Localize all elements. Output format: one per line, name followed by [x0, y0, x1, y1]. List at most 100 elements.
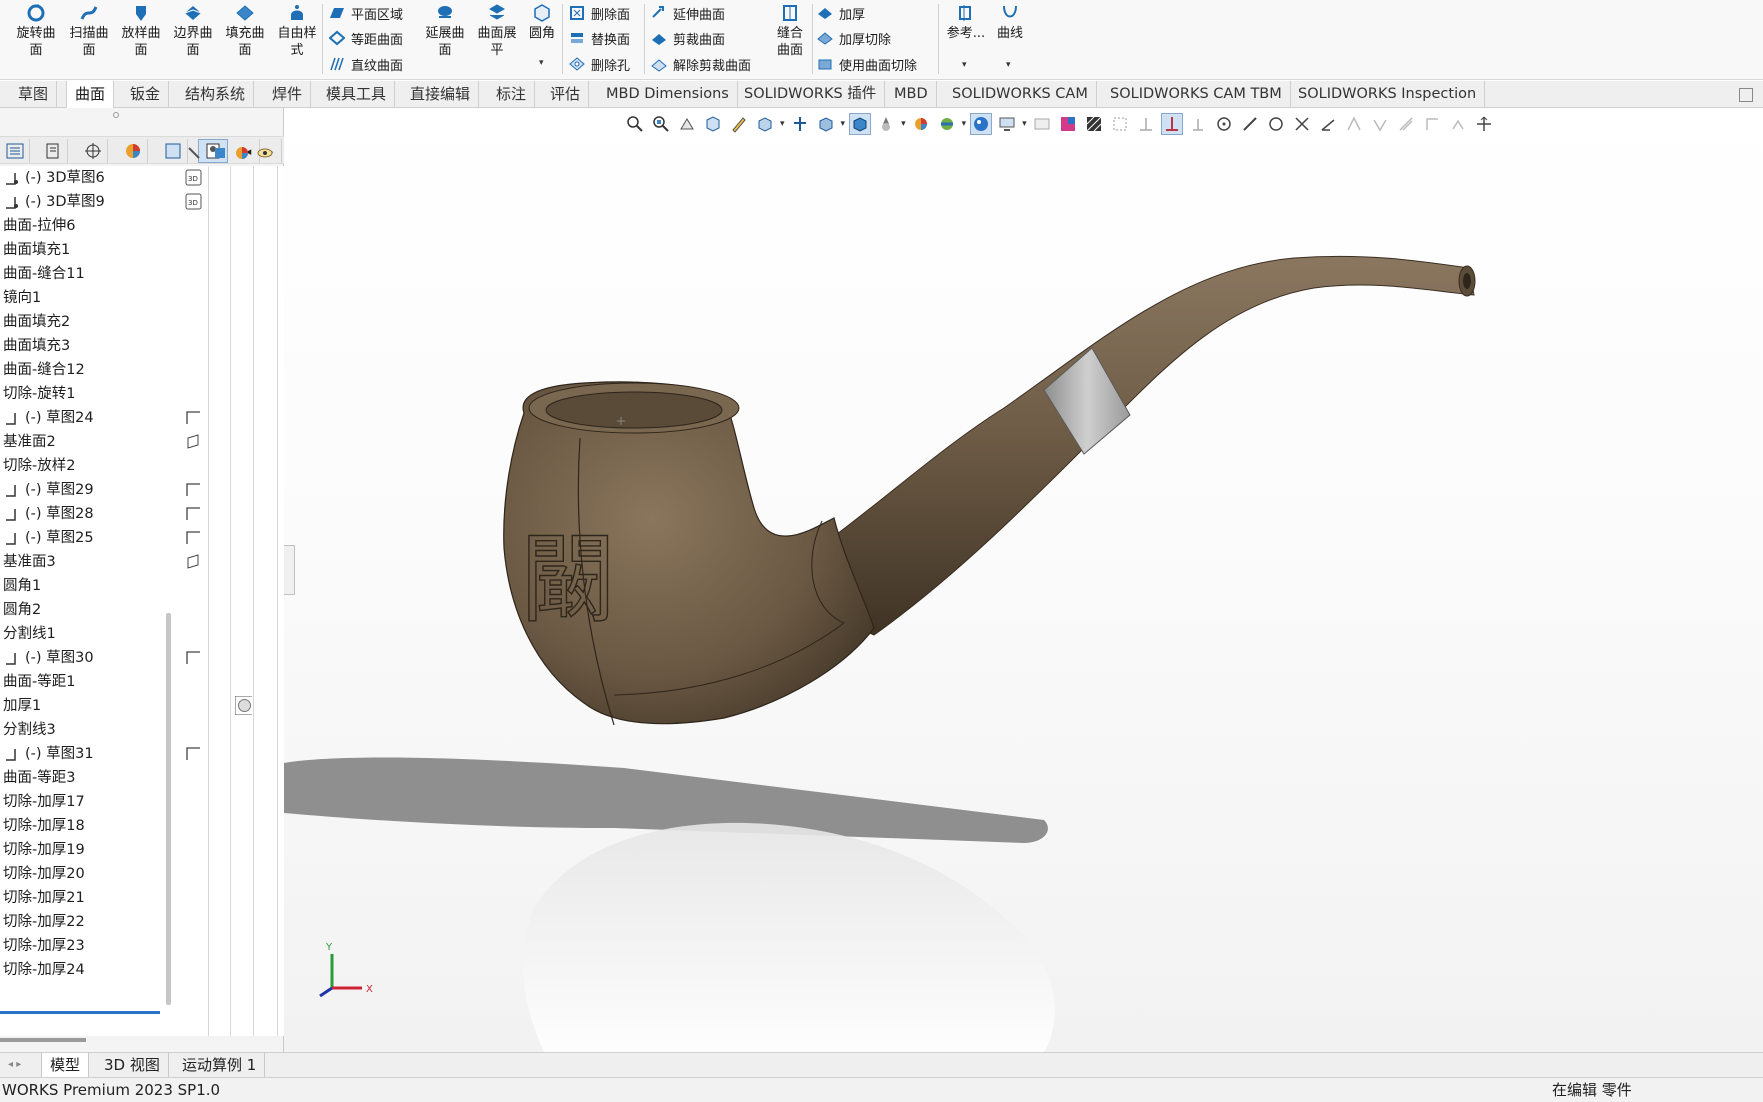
- tree-vertical-scrollbar[interactable]: [166, 613, 171, 1005]
- planar-surface-button[interactable]: 平面区域: [328, 3, 403, 23]
- cam-tab-icon[interactable]: [158, 139, 188, 163]
- delete-face-button[interactable]: 删除面: [568, 3, 630, 23]
- feature-tree-item[interactable]: 切除-放样2: [3, 454, 75, 478]
- extend-surface-button[interactable]: 延伸曲面: [650, 3, 725, 23]
- column-visibility-icon[interactable]: [256, 144, 273, 161]
- feature-tree-item[interactable]: (-) 草图30: [3, 646, 94, 670]
- feature-tree-item[interactable]: 基准面2: [3, 430, 56, 454]
- sketch-column-icon: [185, 745, 202, 762]
- tab-solidworks-cam[interactable]: SOLIDWORKS CAM: [944, 81, 1097, 108]
- tab-scroll-arrows[interactable]: ◂ ▸ ◂▸: [0, 1053, 42, 1094]
- panel-split-handle[interactable]: [113, 112, 119, 118]
- tab-structure-system[interactable]: 结构系统: [177, 81, 255, 108]
- feature-tree-item[interactable]: (-) 3D草图6: [3, 166, 105, 190]
- feature-tree-label: (-) 草图24: [25, 410, 94, 426]
- feature-tree-item[interactable]: 曲面填充3: [3, 334, 70, 358]
- flatten-surface-button[interactable]: 曲面展 平: [472, 2, 522, 59]
- trim-surface-button[interactable]: 剪裁曲面: [650, 28, 725, 48]
- tab-weldments[interactable]: 焊件: [264, 81, 312, 108]
- tree-horizontal-scrollbar[interactable]: [0, 1038, 86, 1042]
- thicken-button[interactable]: 加厚: [816, 3, 865, 23]
- feature-tree-item[interactable]: 切除-加厚21: [3, 886, 85, 910]
- tab-solidworks-inspection[interactable]: SOLIDWORKS Inspection: [1290, 81, 1486, 108]
- feature-tree-item[interactable]: 切除-加厚20: [3, 862, 85, 886]
- curves-button[interactable]: 曲线: [990, 2, 1030, 42]
- tab-mbd-dimensions[interactable]: MBD Dimensions: [598, 81, 738, 108]
- feature-tree-item[interactable]: 分割线3: [3, 718, 56, 742]
- knit-surface-button[interactable]: 缝合 曲面: [766, 2, 814, 59]
- delete-hole-button[interactable]: 删除孔: [568, 54, 630, 74]
- tab-sketch[interactable]: 草图: [10, 81, 58, 108]
- untrim-surface-button[interactable]: 解除剪裁曲面: [650, 54, 751, 74]
- column-hide-icon[interactable]: [185, 144, 202, 161]
- fillet-button[interactable]: 圆角: [524, 2, 560, 42]
- feature-tree-item[interactable]: 切除-加厚22: [3, 910, 85, 934]
- feature-tree-item[interactable]: (-) 草图24: [3, 406, 94, 430]
- feature-tree-label: 曲面填充2: [3, 314, 71, 330]
- collapse-task-pane-icon[interactable]: [1739, 88, 1753, 102]
- reference-dropdown-arrow[interactable]: ▾: [962, 60, 967, 70]
- tab-surfaces[interactable]: 曲面: [66, 81, 115, 108]
- replace-face-button[interactable]: 替换面: [568, 28, 630, 48]
- feature-tree-item[interactable]: (-) 草图28: [3, 502, 94, 526]
- tab-markup[interactable]: 标注: [488, 81, 536, 108]
- flatten-surface-icon: [486, 2, 508, 24]
- feature-tree-item[interactable]: 曲面填充2: [3, 310, 70, 334]
- feature-tree-item[interactable]: 曲面-缝合12: [3, 358, 85, 382]
- feature-tree-item[interactable]: 切除-旋转1: [3, 382, 75, 406]
- extend-surface-flat-button[interactable]: 延展曲 面: [420, 2, 470, 59]
- offset-surface-button[interactable]: 等距曲面: [328, 28, 403, 48]
- feature-tree-item[interactable]: 切除-加厚19: [3, 838, 85, 862]
- command-manager-tabs: 草图 曲面 钣金 结构系统 焊件 模具工具 直接编辑 标注 评估 MBD Dim…: [0, 81, 1763, 108]
- feature-tree-item[interactable]: 圆角1: [3, 574, 41, 598]
- tab-solidworks-addins[interactable]: SOLIDWORKS 插件: [736, 81, 886, 108]
- reference-geometry-button[interactable]: 参考...: [944, 2, 988, 42]
- column-body-icon[interactable]: [211, 144, 228, 161]
- revolve-surface-button[interactable]: 旋转曲 面: [10, 2, 62, 59]
- fillet-dropdown-arrow[interactable]: ▾: [539, 58, 544, 68]
- feature-tree-item[interactable]: 曲面-等距3: [3, 766, 75, 790]
- feature-tree-item[interactable]: 镜向1: [3, 286, 41, 310]
- feature-tree-item[interactable]: (-) 草图25: [3, 526, 94, 550]
- feature-tree-item[interactable]: 切除-加厚17: [3, 790, 85, 814]
- tab-evaluate[interactable]: 评估: [542, 81, 590, 108]
- feature-tree-item[interactable]: (-) 草图31: [3, 742, 94, 766]
- display-manager-tab-icon[interactable]: [118, 139, 148, 163]
- column-appearance-icon[interactable]: [233, 144, 250, 161]
- curves-dropdown-arrow[interactable]: ▾: [1006, 60, 1011, 70]
- feature-tree-item[interactable]: 曲面-等距1: [3, 670, 75, 694]
- feature-tree-item[interactable]: 曲面填充1: [3, 238, 70, 262]
- feature-tree-tab-icon[interactable]: [0, 139, 30, 163]
- feature-tree-item[interactable]: 切除-加厚24: [3, 958, 85, 982]
- boundary-surface-button[interactable]: 边界曲 面: [168, 2, 218, 59]
- feature-tree-item[interactable]: 切除-加厚18: [3, 814, 85, 838]
- tab-direct-editing[interactable]: 直接编辑: [402, 81, 480, 108]
- feature-tree-item[interactable]: 加厚1: [3, 694, 41, 718]
- graphics-area[interactable]: ▾ ▾ ▾ ▾ ▾ 闞 Y X: [284, 108, 1763, 1052]
- tab-sheet-metal[interactable]: 钣金: [122, 81, 170, 108]
- property-manager-tab-icon[interactable]: [38, 139, 68, 163]
- feature-tree-item[interactable]: (-) 3D草图9: [3, 190, 105, 214]
- surface-cut-button[interactable]: 使用曲面切除: [816, 54, 917, 74]
- feature-tree-item[interactable]: 基准面3: [3, 550, 56, 574]
- sweep-surface-button[interactable]: 扫描曲 面: [64, 2, 114, 59]
- tab-solidworks-cam-tbm[interactable]: SOLIDWORKS CAM TBM: [1102, 81, 1291, 108]
- ruled-surface-button[interactable]: 直纹曲面: [328, 54, 403, 74]
- thicken-cut-button[interactable]: 加厚切除: [816, 28, 891, 48]
- tab-3d-view[interactable]: 3D 视图: [96, 1053, 169, 1077]
- fill-surface-button[interactable]: 填充曲 面: [220, 2, 270, 59]
- tree-rollback-bar[interactable]: [0, 1011, 160, 1014]
- configuration-manager-tab-icon[interactable]: [78, 139, 108, 163]
- loft-surface-button[interactable]: 放样曲 面: [116, 2, 166, 59]
- feature-tree-item[interactable]: (-) 草图29: [3, 478, 94, 502]
- tab-model[interactable]: 模型: [42, 1053, 90, 1077]
- feature-tree-item[interactable]: 切除-加厚23: [3, 934, 85, 958]
- tab-mold-tools[interactable]: 模具工具: [318, 81, 396, 108]
- feature-tree-item[interactable]: 分割线1: [3, 622, 56, 646]
- tab-motion-study-1[interactable]: 运动算例 1: [174, 1053, 266, 1077]
- feature-tree-item[interactable]: 圆角2: [3, 598, 41, 622]
- tab-mbd[interactable]: MBD: [886, 81, 937, 108]
- feature-tree-item[interactable]: 曲面-缝合11: [3, 262, 85, 286]
- feature-tree-item[interactable]: 曲面-拉伸6: [3, 214, 75, 238]
- freeform-button[interactable]: 自由样 式: [272, 2, 322, 59]
